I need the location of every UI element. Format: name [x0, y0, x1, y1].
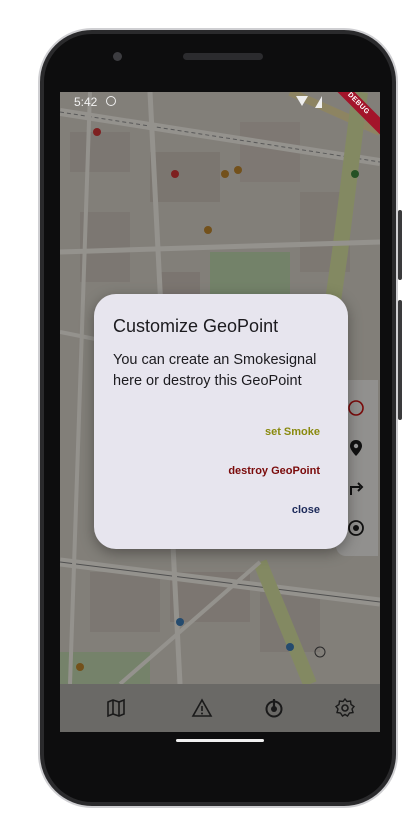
bottom-navigation-bar: [60, 684, 380, 732]
phone-volume-button: [398, 300, 402, 420]
set-smoke-button[interactable]: set Smoke: [265, 426, 320, 438]
nav-settings[interactable]: [333, 696, 357, 720]
signal-strength-icon: [315, 96, 322, 108]
turn-right-arrow-icon[interactable]: [346, 478, 366, 498]
close-button[interactable]: close: [292, 504, 320, 516]
status-bar: 5:42 DEBUG: [60, 92, 380, 137]
earpiece-speaker: [183, 53, 263, 60]
power-icon: [265, 699, 283, 718]
dialog-message: You can create an Smokesignal here or de…: [113, 352, 317, 389]
nav-power[interactable]: [262, 696, 286, 720]
wifi-icon: [296, 96, 308, 106]
destroy-geopoint-button[interactable]: destroy GeoPoint: [228, 465, 320, 477]
location-pin-icon[interactable]: [346, 438, 366, 458]
customize-geopoint-dialog: Customize GeoPoint You can create an Smo…: [94, 294, 348, 549]
phone-side-button: [398, 210, 402, 280]
target-icon[interactable]: [346, 518, 366, 538]
map-icon: [107, 698, 125, 718]
home-gesture-bar[interactable]: [176, 739, 264, 742]
warning-icon: [191, 698, 213, 717]
nav-warnings[interactable]: [190, 696, 214, 720]
alarm-clock-icon: [106, 96, 116, 106]
status-time: 5:42: [74, 95, 98, 109]
dialog-title: Customize GeoPoint: [113, 316, 279, 336]
front-camera: [113, 52, 122, 61]
circle-outline-icon[interactable]: [346, 398, 366, 418]
nav-map[interactable]: [104, 696, 128, 720]
settings-icon: [334, 697, 356, 717]
